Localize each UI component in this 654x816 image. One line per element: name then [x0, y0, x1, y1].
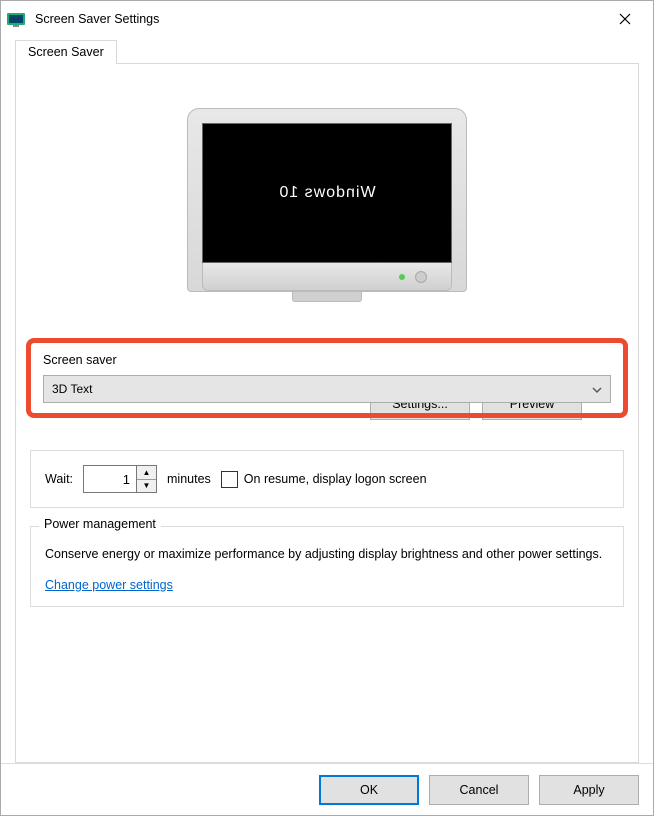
screen-saver-legend: Screen saver [43, 353, 611, 367]
power-legend: Power management [39, 517, 161, 531]
wait-input[interactable] [83, 465, 137, 493]
window-title: Screen Saver Settings [35, 12, 605, 26]
dialog-footer: OK Cancel Apply [1, 763, 653, 815]
ok-button[interactable]: OK [319, 775, 419, 805]
checkbox-box-icon [221, 471, 238, 488]
screen-saver-options: Wait: ▲ ▼ minutes On resume, display log… [30, 450, 624, 508]
change-power-settings-link[interactable]: Change power settings [45, 578, 173, 592]
resume-label: On resume, display logon screen [244, 472, 427, 486]
power-management-group: Power management Conserve energy or maxi… [30, 526, 624, 607]
wait-label: Wait: [45, 472, 73, 486]
screen-saver-selected: 3D Text [52, 382, 92, 396]
wait-unit: minutes [167, 472, 211, 486]
screen-saver-settings-window: Screen Saver Settings Screen Saver Windo… [0, 0, 654, 816]
cancel-button[interactable]: Cancel [429, 775, 529, 805]
screen-saver-group: Screen saver 3D Text [30, 342, 624, 432]
apply-button[interactable]: Apply [539, 775, 639, 805]
screen-saver-dropdown[interactable]: 3D Text [43, 375, 611, 403]
close-icon [619, 13, 631, 25]
tab-panel: Windows 10 Screen saver 3D Text [15, 63, 639, 763]
chevron-down-icon [592, 382, 602, 396]
wait-spinner[interactable]: ▲ ▼ [83, 465, 157, 493]
spinner-down[interactable]: ▼ [137, 480, 156, 493]
led-icon [399, 274, 405, 280]
resume-checkbox[interactable]: On resume, display logon screen [221, 471, 427, 488]
app-icon [7, 11, 27, 27]
preview-screen: Windows 10 [202, 123, 452, 263]
titlebar: Screen Saver Settings [1, 1, 653, 37]
tab-strip: Screen Saver [15, 39, 639, 63]
power-description: Conserve energy or maximize performance … [45, 545, 609, 564]
preview-monitor: Windows 10 [30, 108, 624, 302]
power-button-icon [415, 271, 427, 283]
close-button[interactable] [605, 5, 645, 33]
highlight-box: Screen saver 3D Text [26, 338, 628, 418]
tab-screen-saver[interactable]: Screen Saver [15, 40, 117, 64]
spinner-up[interactable]: ▲ [137, 466, 156, 480]
